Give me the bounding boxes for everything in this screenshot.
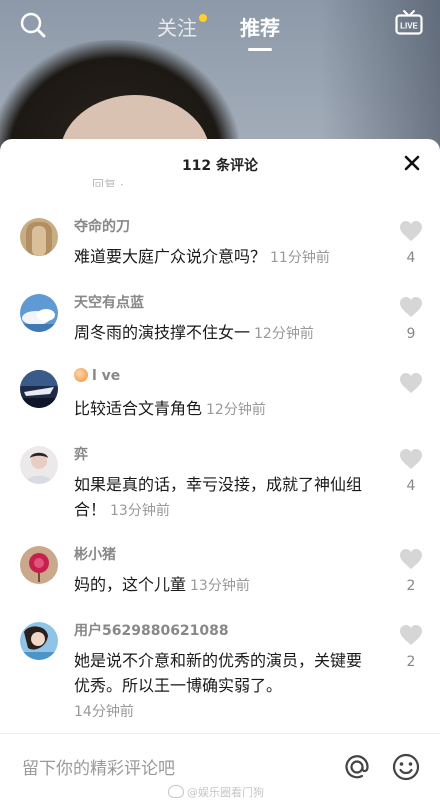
comment-time: 12分钟前: [206, 402, 266, 418]
tab-recommend[interactable]: 推荐: [240, 12, 280, 51]
comment-composer: @娱乐圈看门狗: [0, 733, 440, 802]
like-count: 2: [406, 578, 416, 594]
comment-username[interactable]: 夺命的刀: [74, 216, 130, 236]
heart-icon[interactable]: [399, 220, 423, 242]
comment-time: 12分钟前: [254, 326, 314, 342]
comment-body: 难道要大庭广众说介意吗？ 11分钟前: [74, 244, 374, 271]
avatar[interactable]: [20, 294, 58, 332]
emoji-icon[interactable]: [391, 752, 421, 782]
comment-time: 13分钟前: [190, 578, 250, 594]
comment-body: 她是说不介意和新的优秀的演员，关键要优秀。所以王一博确实弱了。 14分钟前: [74, 648, 374, 725]
top-nav: 关注 推荐 LIVE: [0, 0, 440, 60]
avatar[interactable]: [20, 622, 58, 660]
heart-icon[interactable]: [399, 372, 423, 394]
comment-username[interactable]: 用户5629880621088: [74, 620, 229, 640]
notification-dot: [199, 14, 207, 22]
comment-input[interactable]: [20, 754, 324, 784]
watermark: @娱乐圈看门狗: [168, 784, 264, 800]
avatar[interactable]: [20, 446, 58, 484]
heart-icon[interactable]: [399, 296, 423, 318]
scrolled-comment-fragment: 回复 ·: [92, 179, 124, 187]
heart-icon[interactable]: [399, 548, 423, 570]
avatar[interactable]: [20, 370, 58, 408]
weibo-logo-icon: [168, 785, 184, 798]
comments-count-title: 112 条评论: [181, 158, 259, 174]
live-label: LIVE: [400, 22, 418, 31]
like-count: 9: [406, 326, 416, 342]
at-icon[interactable]: [342, 752, 372, 782]
comment-body: 比较适合文青角色 12分钟前: [74, 396, 374, 423]
comment-text: 她是说不介意和新的优秀的演员，关键要优秀。所以王一博确实弱了。: [74, 651, 363, 695]
heart-icon[interactable]: [399, 624, 423, 646]
tab-following-label: 关注: [157, 16, 197, 40]
comments-panel: 112 条评论 回复 · 夺命的刀 难道要大庭广众说介意吗？ 11分钟前 4 天…: [0, 139, 440, 801]
watermark-text: @娱乐圈看门狗: [187, 786, 264, 799]
tab-recommend-label: 推荐: [240, 16, 280, 40]
comment-username-text: l ve: [92, 368, 121, 384]
comment-time: 11分钟前: [270, 250, 330, 266]
comment-text: 比较适合文青角色: [74, 399, 203, 418]
comment-text: 妈的，这个儿童: [74, 575, 187, 594]
comment-username[interactable]: l ve: [74, 368, 120, 384]
avatar[interactable]: [20, 218, 58, 256]
comment-text: 难道要大庭广众说介意吗？: [74, 247, 267, 266]
comment-text: 周冬雨的演技撑不住女一: [74, 323, 251, 342]
active-tab-indicator: [248, 48, 272, 51]
like-count: 4: [406, 250, 416, 266]
live-tv-icon[interactable]: LIVE: [394, 8, 424, 38]
comments-header: 112 条评论 回复 ·: [0, 139, 440, 187]
comment-username[interactable]: 彬小猪: [74, 544, 116, 564]
peach-emoji-icon: [74, 368, 88, 382]
search-icon[interactable]: [18, 10, 48, 40]
comment-username[interactable]: 天空有点蓝: [74, 292, 144, 312]
heart-icon[interactable]: [399, 448, 423, 470]
close-icon[interactable]: [402, 153, 422, 173]
tab-following[interactable]: 关注: [157, 12, 207, 41]
comment-body: 如果是真的话，幸亏没接，成就了神仙组合！ 13分钟前: [74, 472, 374, 524]
comment-body: 周冬雨的演技撑不住女一 12分钟前: [74, 320, 374, 347]
avatar[interactable]: [20, 546, 58, 584]
comment-time: 14分钟前: [74, 704, 134, 720]
comment-username[interactable]: 弈: [74, 444, 88, 464]
like-count: 2: [406, 654, 416, 670]
like-count: 4: [406, 478, 416, 494]
comment-time: 13分钟前: [110, 503, 170, 519]
comment-body: 妈的，这个儿童 13分钟前: [74, 572, 374, 599]
